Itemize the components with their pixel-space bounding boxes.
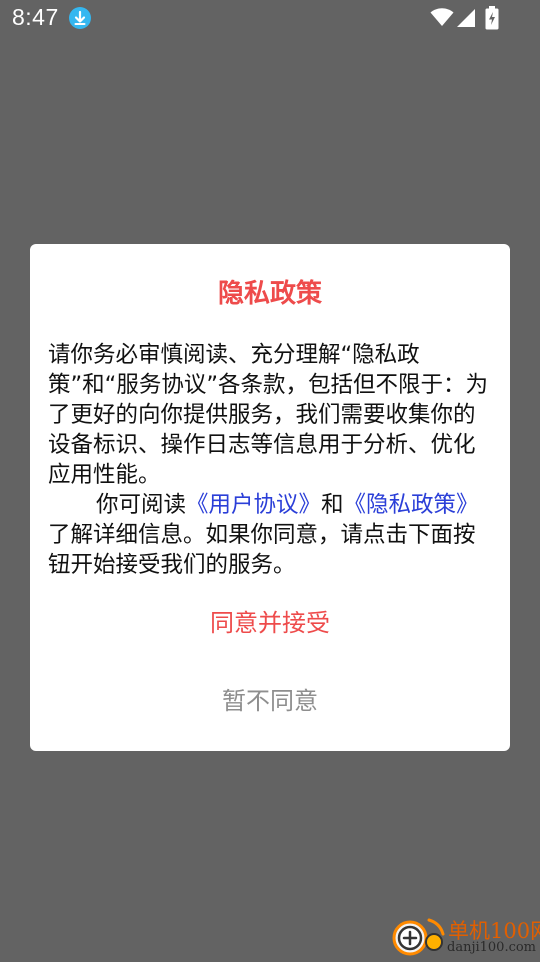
watermark-url: danji100.com <box>447 940 537 955</box>
signal-icon <box>456 8 476 32</box>
watermark-logo-icon <box>388 916 446 962</box>
watermark: 单机100网 danji100.com <box>388 914 540 958</box>
dialog-paragraph-1: 请你务必审慎阅读、充分理解“隐私政策”和“服务协议”各条款，包括但不限于：为了更… <box>48 342 488 488</box>
paragraph-2-middle: 和 <box>321 492 344 518</box>
user-agreement-link[interactable]: 《用户协议》 <box>186 492 321 518</box>
decline-button[interactable]: 暂不同意 <box>30 676 510 726</box>
status-time: 8:47 <box>12 4 59 30</box>
dialog-title: 隐私政策 <box>217 279 322 309</box>
wifi-icon <box>430 8 454 31</box>
privacy-policy-link[interactable]: 《隐私政策》 <box>344 492 479 518</box>
dialog-paragraph-2: 你可阅读《用户协议》和《隐私政策》了解详细信息。如果你同意，请点击下面按钮开始接… <box>48 490 496 580</box>
paragraph-2-prefix: 你可阅读 <box>96 492 187 518</box>
battery-charging-icon <box>485 6 499 34</box>
status-bar: 8:47 <box>0 0 540 40</box>
accept-button[interactable]: 同意并接受 <box>30 598 510 648</box>
paragraph-2-suffix: 了解详细信息。如果你同意，请点击下面按钮开始接受我们的服务。 <box>48 522 476 578</box>
download-icon <box>69 7 91 29</box>
dialog-body: 请你务必审慎阅读、充分理解“隐私政策”和“服务协议”各条款，包括但不限于：为了更… <box>48 340 496 580</box>
